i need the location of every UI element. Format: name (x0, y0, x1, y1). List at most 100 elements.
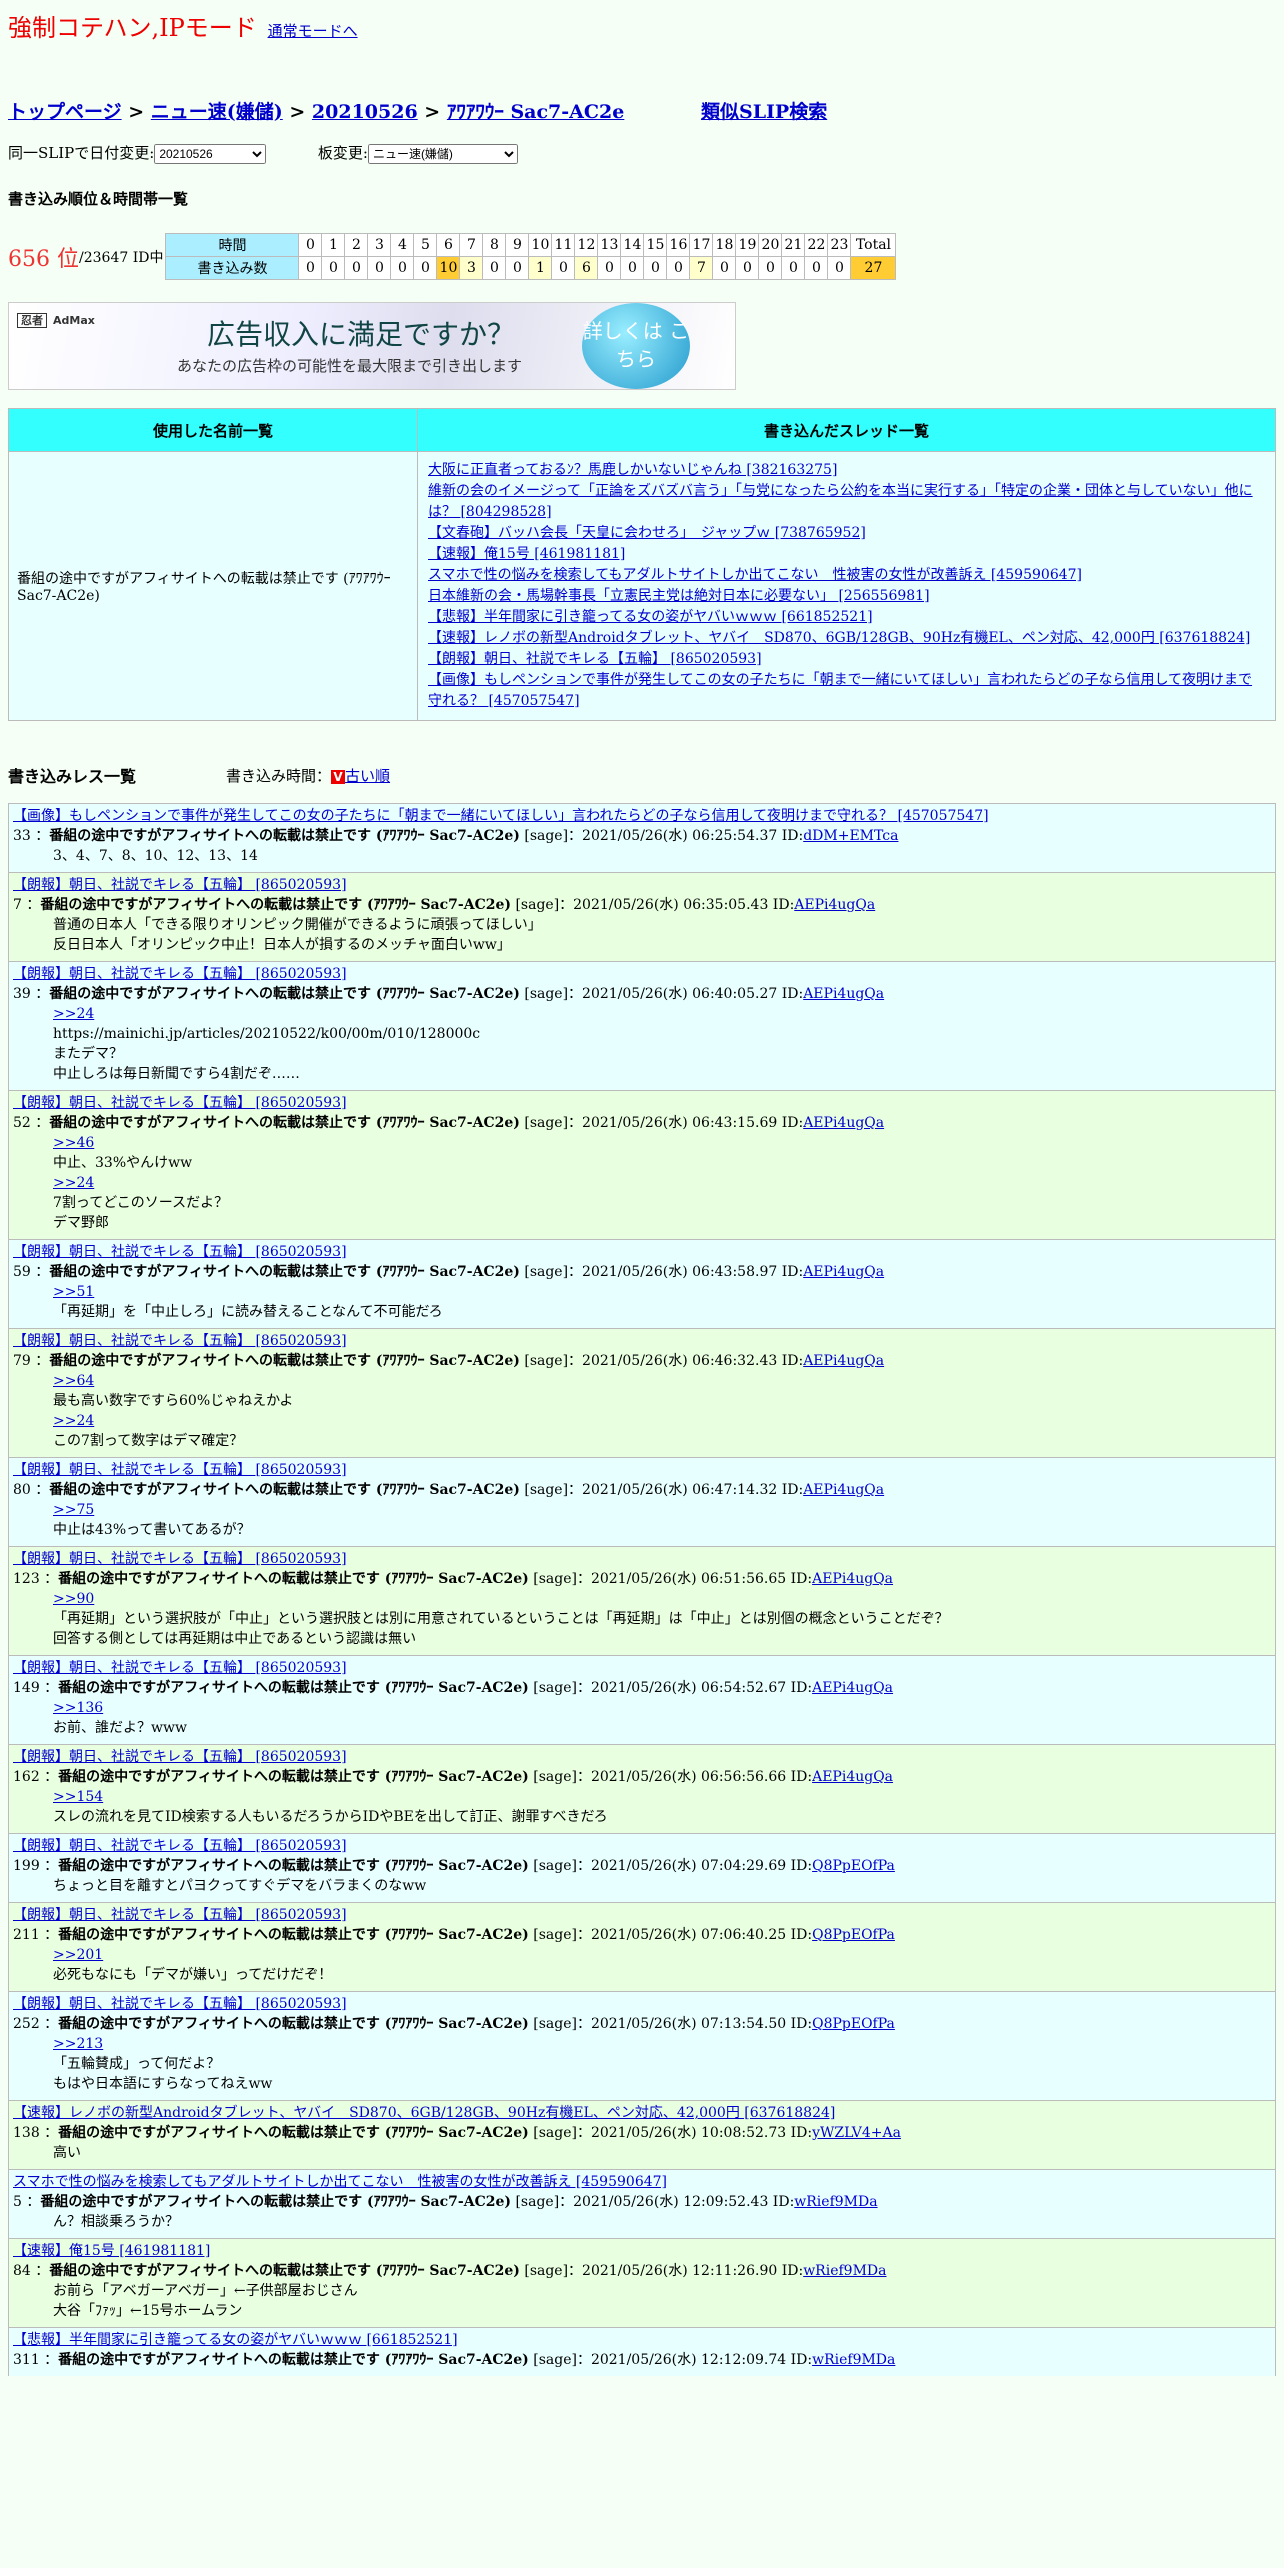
post-author: 番組の途中ですがアフィサイトへの転載は禁止です (ｱﾜｱﾜｳｰ Sac7-AC2… (58, 2352, 529, 2368)
date-select[interactable]: 20210526 (154, 144, 267, 164)
reply-anchor-link[interactable]: >>90 (53, 1589, 1271, 1609)
reply-anchor-link[interactable]: >>136 (53, 1698, 1271, 1718)
post-thread-link[interactable]: 【速報】レノボの新型Androidタブレット、ヤバイ SD870、6GB/128… (13, 2103, 1271, 2123)
hour-cell: 4 (390, 233, 415, 257)
post-thread-link[interactable]: 【朗報】朝日、社説でキレる【五輪】 [865020593] (13, 875, 1271, 895)
post-id-link[interactable]: AEPi4ugQa (794, 897, 875, 913)
post-id-link[interactable]: wRief9MDa (794, 2194, 877, 2210)
reply-anchor-link[interactable]: >>51 (53, 1282, 1271, 1302)
post-text-line: この7割って数字はデマ確定？ (53, 1433, 244, 1449)
post-id-link[interactable]: AEPi4ugQa (803, 986, 884, 1002)
post-author: 番組の途中ですがアフィサイトへの転載は禁止です (ｱﾜｱﾜｳｰ Sac7-AC2… (49, 1115, 520, 1131)
reply-anchor-link[interactable]: >>201 (53, 1945, 1271, 1965)
hour-cell: 23 (827, 233, 852, 257)
post-thread-link[interactable]: 【朗報】朝日、社説でキレる【五輪】 [865020593] (13, 1549, 1271, 1569)
ad-details-button[interactable]: 詳しくは こちら (582, 303, 690, 389)
thread-link[interactable]: 維新の会のイメージって「正論をズバズバ言う」「与党になったら公約を本当に実行する… (428, 481, 1265, 523)
ranking-section-title: 書き込み順位＆時間帯一覧 (8, 190, 189, 208)
post-id-link[interactable]: Q8PpEOfPa (812, 2016, 895, 2032)
count-cell: 0 (781, 256, 806, 280)
post-info: [sage]：2021/05/26(水) 07:06:40.25 ID: (528, 1927, 813, 1943)
post-thread-link[interactable]: 【朗報】朝日、社説でキレる【五輪】 [865020593] (13, 1093, 1271, 1113)
breadcrumb-top[interactable]: トップページ (8, 101, 122, 123)
post-id-link[interactable]: AEPi4ugQa (812, 1680, 893, 1696)
post-body: >>75 中止は43%って書いてあるが？ (13, 1500, 1271, 1540)
post-text-line: ちょっと目を離すとパヨクってすぐデマをバラまくのなww (53, 1878, 427, 1894)
reply-anchor-link[interactable]: >>75 (53, 1500, 1271, 1520)
post-thread-link[interactable]: 【朗報】朝日、社説でキレる【五輪】 [865020593] (13, 1460, 1271, 1480)
count-cell: 7 (689, 256, 714, 280)
thread-link[interactable]: 【悲報】半年間家に引き籠ってる女の姿がヤバいｗｗｗ [661852521] (428, 607, 1265, 628)
post-id-link[interactable]: wRief9MDa (803, 2263, 886, 2279)
post-thread-link[interactable]: スマホで性の悩みを検索してもアダルトサイトしか出てこない 性被害の女性が改善訴え… (13, 2172, 1271, 2192)
breadcrumb-date[interactable]: 20210526 (312, 101, 418, 123)
post-id-link[interactable]: AEPi4ugQa (803, 1264, 884, 1280)
post-thread-link[interactable]: 【朗報】朝日、社説でキレる【五輪】 [865020593] (13, 1331, 1271, 1351)
thread-link[interactable]: 【速報】レノボの新型Androidタブレット、ヤバイ SD870、6GB/128… (428, 628, 1265, 649)
post-meta: 39 ：番組の途中ですがアフィサイトへの転載は禁止です (ｱﾜｱﾜｳｰ Sac7… (13, 984, 1271, 1004)
reply-anchor-link[interactable]: >>154 (53, 1787, 1271, 1807)
breadcrumb-board[interactable]: ニュー速(嫌儲) (151, 101, 283, 123)
sort-oldest-link[interactable]: 古い順 (345, 767, 390, 785)
reply-anchor-link[interactable]: >>46 (53, 1133, 1271, 1153)
post-thread-link[interactable]: 【速報】俺15号 [461981181] (13, 2241, 1271, 2261)
post-id-link[interactable]: AEPi4ugQa (803, 1482, 884, 1498)
post-id-link[interactable]: AEPi4ugQa (812, 1571, 893, 1587)
post-number: 59 ： (13, 1264, 50, 1280)
similar-slip-search-link[interactable]: 類似SLIP検索 (701, 101, 827, 123)
hour-cell: 9 (505, 233, 530, 257)
board-select[interactable]: ニュー速(嫌儲) (367, 144, 518, 164)
reply-anchor-link[interactable]: >>64 (53, 1371, 1271, 1391)
thread-link[interactable]: 【文春砲】バッハ会長「天皇に会わせろ」 ジャップｗ [738765952] (428, 523, 1265, 544)
hour-cell: 17 (689, 233, 714, 257)
post-meta: 5 ：番組の途中ですがアフィサイトへの転載は禁止です (ｱﾜｱﾜｳｰ Sac7-… (13, 2192, 1271, 2212)
count-cell: 0 (482, 256, 507, 280)
breadcrumb-slip[interactable]: ｱﾜｱﾜｳｰ Sac7-AC2e (447, 101, 625, 123)
post-thread-link[interactable]: 【朗報】朝日、社説でキレる【五輪】 [865020593] (13, 1242, 1271, 1262)
thread-link[interactable]: 大阪に正直者っておるﾝ？馬鹿しかいないじゃんね [382163275] (428, 460, 1265, 481)
post-thread-link[interactable]: 【悲報】半年間家に引き籠ってる女の姿がヤバいｗｗｗ [661852521] (13, 2330, 1271, 2350)
post-id-link[interactable]: AEPi4ugQa (803, 1115, 884, 1131)
thread-link[interactable]: 【速報】俺15号 [461981181] (428, 544, 1265, 565)
hour-cell: 16 (666, 233, 691, 257)
reply-anchor-link[interactable]: >>24 (53, 1173, 1271, 1193)
hour-cell: 22 (804, 233, 829, 257)
normal-mode-link[interactable]: 通常モードへ (268, 22, 358, 40)
post-thread-link[interactable]: 【朗報】朝日、社説でキレる【五輪】 [865020593] (13, 1747, 1271, 1767)
post-id-link[interactable]: AEPi4ugQa (803, 1353, 884, 1369)
post-thread-link[interactable]: 【朗報】朝日、社説でキレる【五輪】 [865020593] (13, 1994, 1271, 2014)
count-cell: 0 (620, 256, 645, 280)
post-id-link[interactable]: Q8PpEOfPa (812, 1858, 895, 1874)
post-number: 84 ： (13, 2263, 50, 2279)
post-meta: 59 ：番組の途中ですがアフィサイトへの転載は禁止です (ｱﾜｱﾜｳｰ Sac7… (13, 1262, 1271, 1282)
ad-banner[interactable]: 忍者 AdMax 広告収入に満足ですか？ あなたの広告枠の可能性を最大限まで引き出… (8, 302, 736, 390)
count-cell: 0 (298, 256, 323, 280)
hour-cell: 5 (413, 233, 438, 257)
thread-link[interactable]: 【画像】もしペンションで事件が発生してこの女の子たちに「朝まで一緒にいてほしい」… (428, 670, 1265, 712)
post-id-link[interactable]: yWZLV4+Aa (812, 2125, 901, 2141)
post-id-link[interactable]: AEPi4ugQa (812, 1769, 893, 1785)
hour-cell: 11 (551, 233, 576, 257)
post-author: 番組の途中ですがアフィサイトへの転載は禁止です (ｱﾜｱﾜｳｰ Sac7-AC2… (58, 1927, 529, 1943)
post-id-link[interactable]: wRief9MDa (812, 2352, 895, 2368)
post-body: >>46 中止、33%やんけww >>24 7割ってどこのソースだよ？ デマ野郎 (13, 1133, 1271, 1233)
post-body: >>51 「再延期」を「中止しろ」に読み替えることなんて不可能だろ (13, 1282, 1271, 1322)
count-cell: 0 (413, 256, 438, 280)
post-thread-link[interactable]: 【朗報】朝日、社説でキレる【五輪】 [865020593] (13, 1658, 1271, 1678)
hour-cell: 10 (528, 233, 553, 257)
post-id-link[interactable]: Q8PpEOfPa (812, 1927, 895, 1943)
reply-anchor-link[interactable]: >>213 (53, 2034, 1271, 2054)
selector-row: 同一SLIPで日付変更: 20210526 板変更: ニュー速(嫌儲) (8, 142, 1276, 164)
thread-link[interactable]: 日本維新の会・馬場幹事長「立憲民主党は絶対日本に必要ない」 [256556981… (428, 586, 1265, 607)
post-thread-link[interactable]: 【朗報】朝日、社説でキレる【五輪】 [865020593] (13, 964, 1271, 984)
post: 【朗報】朝日、社説でキレる【五輪】 [865020593] 211 ：番組の途中で… (8, 1902, 1276, 1991)
thread-link[interactable]: 【朗報】朝日、社説でキレる【五輪】 [865020593] (428, 649, 1265, 670)
post-number: 33 ： (13, 828, 50, 844)
post-thread-link[interactable]: 【画像】もしペンションで事件が発生してこの女の子たちに「朝まで一緒にいてほしい」… (13, 806, 1271, 826)
post-thread-link[interactable]: 【朗報】朝日、社説でキレる【五輪】 [865020593] (13, 1836, 1271, 1856)
reply-anchor-link[interactable]: >>24 (53, 1004, 1271, 1024)
thread-link[interactable]: スマホで性の悩みを検索してもアダルトサイトしか出てこない 性被害の女性が改善訴え… (428, 565, 1265, 586)
post-thread-link[interactable]: 【朗報】朝日、社説でキレる【五輪】 [865020593] (13, 1905, 1271, 1925)
post-id-link[interactable]: dDM+EMTca (803, 828, 898, 844)
reply-anchor-link[interactable]: >>24 (53, 1411, 1271, 1431)
